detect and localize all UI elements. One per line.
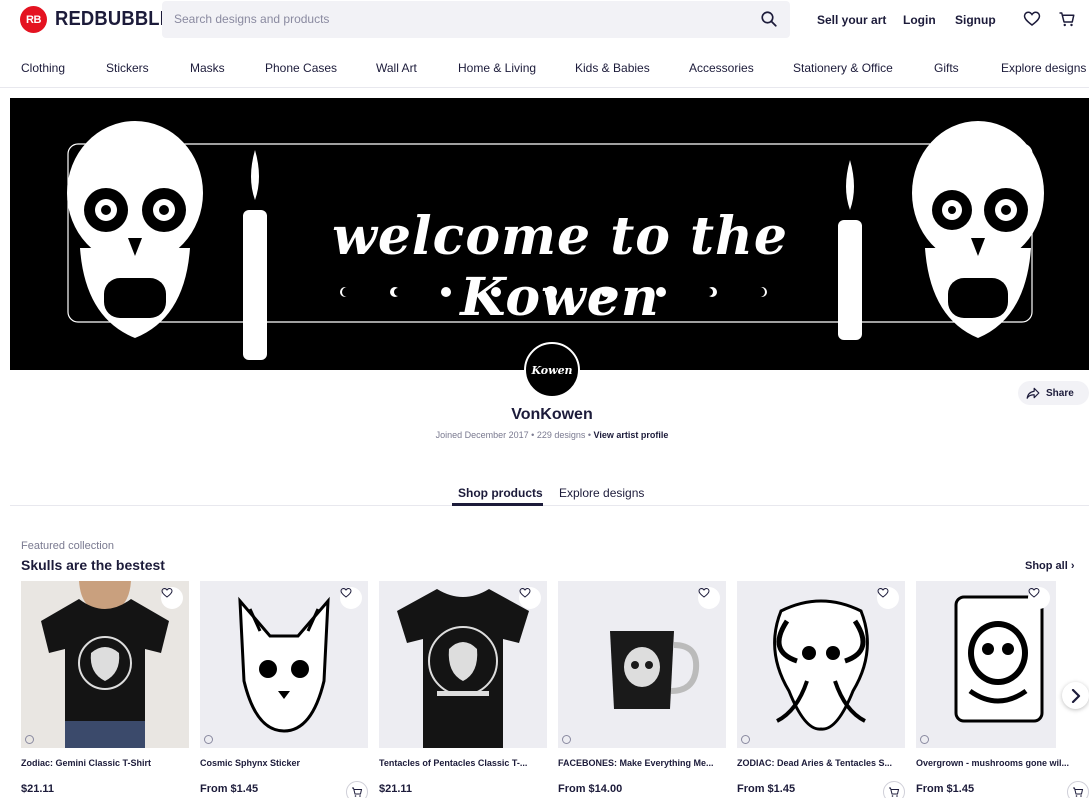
favorite-button[interactable] [161, 587, 183, 609]
right-skull-icon [912, 121, 1044, 338]
product-image[interactable] [558, 581, 726, 748]
heart-icon [161, 587, 173, 598]
nav-clothing[interactable]: Clothing [21, 61, 65, 75]
nav-stickers[interactable]: Stickers [106, 61, 149, 75]
active-tab-indicator [452, 503, 543, 506]
product-image[interactable] [737, 581, 905, 748]
product-image[interactable] [916, 581, 1056, 748]
logo-wordmark: REDBUBBLE [55, 8, 173, 30]
product-title[interactable]: Overgrown - mushrooms gone wil... [916, 758, 1084, 768]
heart-icon [340, 587, 352, 598]
logo-badge-icon: RB [20, 6, 47, 33]
product-image[interactable] [200, 581, 368, 748]
info-icon[interactable] [562, 735, 571, 744]
category-nav: Clothing Stickers Masks Phone Cases Wall… [0, 48, 1089, 88]
left-candle-icon [243, 150, 267, 360]
nav-explore-designs[interactable]: Explore designs [1001, 61, 1086, 75]
search-input[interactable]: Search designs and products [162, 1, 790, 38]
tab-explore-designs[interactable]: Explore designs [559, 486, 644, 500]
nav-kids-babies[interactable]: Kids & Babies [575, 61, 650, 75]
favorite-button[interactable] [1028, 587, 1050, 609]
add-to-cart-button[interactable] [346, 781, 368, 798]
view-artist-profile-link[interactable]: View artist profile [594, 430, 669, 440]
favorite-button[interactable] [698, 587, 720, 609]
product-price: From $1.45 [200, 783, 259, 795]
nav-home-living[interactable]: Home & Living [458, 61, 536, 75]
add-to-cart-button[interactable] [883, 781, 905, 798]
cart-icon [352, 787, 363, 797]
product-card[interactable]: Tentacles of Pentacles Classic T-... $21… [379, 581, 547, 798]
nav-gifts[interactable]: Gifts [934, 61, 959, 75]
banner-title: welcome to the Kowen [332, 206, 788, 328]
product-price: From $14.00 [558, 783, 623, 795]
artist-avatar[interactable]: Kowen [524, 342, 580, 398]
redbubble-logo[interactable]: RB REDBUBBLE [20, 6, 182, 33]
cart-icon [1073, 787, 1084, 797]
search-icon[interactable] [760, 10, 778, 28]
chevron-right-icon [1071, 688, 1080, 703]
nav-masks[interactable]: Masks [190, 61, 225, 75]
search-placeholder: Search designs and products [174, 12, 330, 26]
signup-link[interactable]: Signup [955, 13, 996, 27]
product-title[interactable]: Tentacles of Pentacles Classic T-... [379, 758, 547, 768]
sell-your-art-link[interactable]: Sell your art [817, 13, 886, 27]
profile-tabs: Shop products Explore designs [10, 478, 1089, 506]
product-title[interactable]: Cosmic Sphynx Sticker [200, 758, 368, 768]
artist-banner: welcome to the Kowen [10, 98, 1089, 370]
product-price: From $1.45 [916, 783, 975, 795]
share-button[interactable]: Share [1018, 381, 1089, 405]
info-icon[interactable] [204, 735, 213, 744]
product-title[interactable]: ZODIAC: Dead Aries & Tentacles S... [737, 758, 905, 768]
info-icon[interactable] [741, 735, 750, 744]
nav-phone-cases[interactable]: Phone Cases [265, 61, 337, 75]
nav-stationery-office[interactable]: Stationery & Office [793, 61, 893, 75]
heart-icon [1028, 587, 1040, 598]
collection-eyebrow: Featured collection [21, 540, 114, 552]
share-arrow-icon [1026, 387, 1040, 399]
product-card[interactable]: Cosmic Sphynx Sticker From $1.45 [200, 581, 368, 798]
heart-icon[interactable] [1023, 10, 1041, 28]
favorite-button[interactable] [877, 587, 899, 609]
design-count: 229 designs [536, 430, 586, 440]
product-card[interactable]: Zodiac: Gemini Classic T-Shirt $21.11 [21, 581, 189, 798]
cart-icon [889, 787, 900, 797]
collection-title: Skulls are the bestest [21, 557, 165, 573]
add-to-cart-button[interactable] [1067, 781, 1089, 798]
carousel-next-button[interactable] [1062, 682, 1089, 709]
share-label: Share [1046, 387, 1074, 399]
product-card[interactable]: FACEBONES: Make Everything Me... From $1… [558, 581, 726, 798]
product-title[interactable]: Zodiac: Gemini Classic T-Shirt [21, 758, 189, 768]
site-header: RB REDBUBBLE Search designs and products… [0, 0, 1089, 40]
nav-accessories[interactable]: Accessories [689, 61, 754, 75]
tab-shop-products[interactable]: Shop products [458, 486, 543, 500]
favorite-button[interactable] [340, 587, 362, 609]
left-skull-icon [67, 121, 203, 338]
product-image[interactable] [21, 581, 189, 748]
product-price: $21.11 [21, 783, 55, 795]
product-price: $21.11 [379, 783, 413, 795]
product-image[interactable] [379, 581, 547, 748]
info-icon[interactable] [920, 735, 929, 744]
info-icon[interactable] [25, 735, 34, 744]
product-title[interactable]: FACEBONES: Make Everything Me... [558, 758, 726, 768]
login-link[interactable]: Login [903, 13, 936, 27]
favorite-button[interactable] [519, 587, 541, 609]
heart-icon [698, 587, 710, 598]
heart-icon [519, 587, 531, 598]
shop-all-link[interactable]: Shop all › [1025, 560, 1075, 572]
artist-name: VonKowen [511, 406, 593, 423]
nav-wall-art[interactable]: Wall Art [376, 61, 417, 75]
heart-icon [877, 587, 889, 598]
cart-icon[interactable] [1058, 10, 1076, 28]
product-price: From $1.45 [737, 783, 796, 795]
right-candle-icon [838, 160, 862, 340]
joined-date: Joined December 2017 [435, 430, 529, 440]
product-card[interactable]: ZODIAC: Dead Aries & Tentacles S... From… [737, 581, 905, 798]
artist-meta: Joined December 2017 • 229 designs • Vie… [0, 430, 1089, 440]
